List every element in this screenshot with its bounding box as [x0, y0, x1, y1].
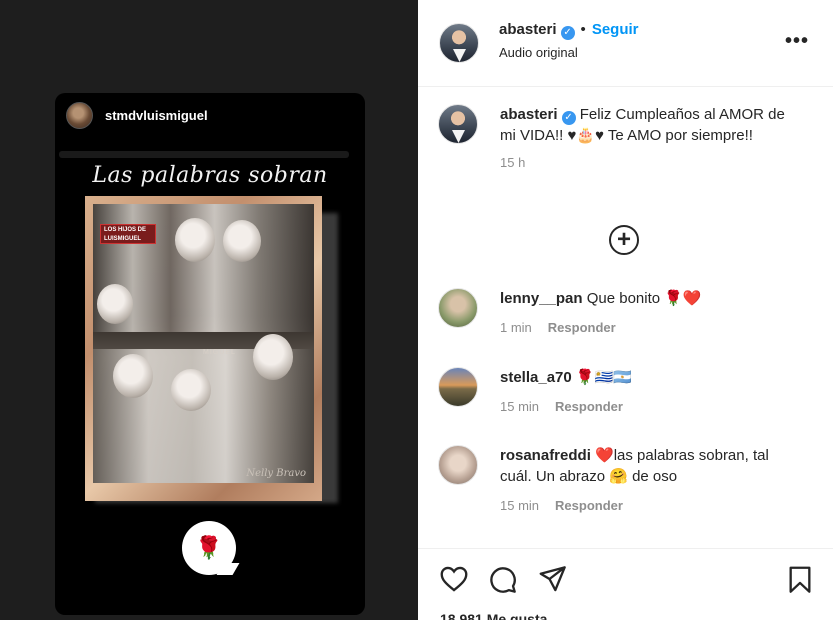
photo-face [175, 218, 215, 262]
post-sidebar: abasteri ✓ • Seguir Audio original ••• abas… [418, 0, 833, 620]
photo-face [113, 354, 153, 398]
photo-face [97, 284, 133, 324]
follow-button[interactable]: Seguir [592, 21, 639, 38]
caption-username[interactable]: abasteri [500, 106, 558, 123]
story-username[interactable]: stmdvluismiguel [105, 108, 208, 123]
comment-icon[interactable] [489, 566, 517, 594]
separator-dot: • [580, 21, 586, 38]
reply-button[interactable]: Responder [555, 399, 623, 414]
comment-username[interactable]: rosanafreddi [500, 447, 591, 464]
comment-time[interactable]: 15 min [500, 498, 539, 513]
reaction-button[interactable]: 🌹 [182, 521, 236, 575]
comment-meta: 1 min Responder [500, 317, 800, 338]
author-username[interactable]: abasteri [499, 21, 557, 38]
comment-text: 🌹🇺🇾🇦🇷 [575, 369, 632, 386]
comment-time[interactable]: 1 min [500, 320, 532, 335]
comment-meta: 15 min Responder [500, 495, 800, 516]
rose-icon: 🌹 [195, 535, 223, 560]
audio-link[interactable]: Audio original [499, 45, 639, 60]
post-actions-bar: 18.981 Me gusta [418, 548, 833, 620]
comment-username[interactable]: stella_a70 [500, 369, 572, 386]
comment-time[interactable]: 15 min [500, 399, 539, 414]
verified-badge-icon: ✓ [561, 111, 576, 125]
reply-button[interactable]: Responder [555, 498, 623, 513]
photo-label: MIGUEL [203, 349, 236, 356]
commenter-avatar[interactable] [438, 445, 478, 485]
post-header-text: abasteri ✓ • Seguir Audio original [499, 21, 639, 60]
photo-signature: Nelly Bravo [246, 468, 306, 479]
reply-button[interactable]: Responder [548, 320, 616, 335]
bookmark-icon[interactable] [788, 566, 812, 594]
photo-face [223, 220, 261, 262]
comment-text: Que bonito 🌹❤️ [586, 290, 702, 307]
family-photo: LOS HIJOS DE LUISMIGUEL MIGUEL Nelly Bra… [93, 204, 314, 483]
caption-avatar[interactable] [438, 104, 478, 144]
photo-face [171, 369, 211, 411]
verified-badge-icon: ✓ [560, 26, 575, 40]
caption-body: abasteri ✓ Feliz Cumpleaños al AMOR de mi… [500, 104, 790, 173]
photo-logo: LOS HIJOS DE LUISMIGUEL [100, 224, 156, 244]
story-photo: LOS HIJOS DE LUISMIGUEL MIGUEL Nelly Bra… [85, 196, 322, 501]
story-frame[interactable]: stmdvluismiguel Las palabras sobran LOS … [55, 93, 365, 615]
load-more-comments-icon[interactable]: + [609, 225, 639, 255]
likes-count[interactable]: 18.981 Me gusta [440, 611, 547, 620]
commenter-avatar[interactable] [438, 288, 478, 328]
commenter-avatar[interactable] [438, 367, 478, 407]
story-header: stmdvluismiguel [66, 102, 208, 129]
post-header: abasteri ✓ • Seguir Audio original ••• [418, 0, 833, 87]
story-title: Las palabras sobran [92, 163, 328, 188]
story-progress-bar [59, 151, 349, 158]
comment-username[interactable]: lenny__pan [500, 290, 583, 307]
caption-time[interactable]: 15 h [500, 152, 790, 173]
share-icon[interactable] [539, 566, 567, 592]
story-avatar[interactable] [66, 102, 93, 129]
comment-body: stella_a70 🌹🇺🇾🇦🇷 15 min Responder [500, 367, 800, 417]
comments-list[interactable]: abasteri ✓ Feliz Cumpleaños al AMOR de mi… [418, 88, 833, 548]
photo-face [253, 334, 293, 380]
comment-body: rosanafreddi ❤️las palabras sobran, tal … [500, 445, 800, 516]
media-panel: stmdvluismiguel Las palabras sobran LOS … [0, 0, 418, 620]
heart-icon[interactable] [440, 566, 468, 592]
comment-meta: 15 min Responder [500, 396, 800, 417]
comment-body: lenny__pan Que bonito 🌹❤️ 1 min Responder [500, 288, 800, 338]
more-options-icon[interactable]: ••• [785, 30, 809, 53]
author-avatar[interactable] [439, 23, 479, 63]
